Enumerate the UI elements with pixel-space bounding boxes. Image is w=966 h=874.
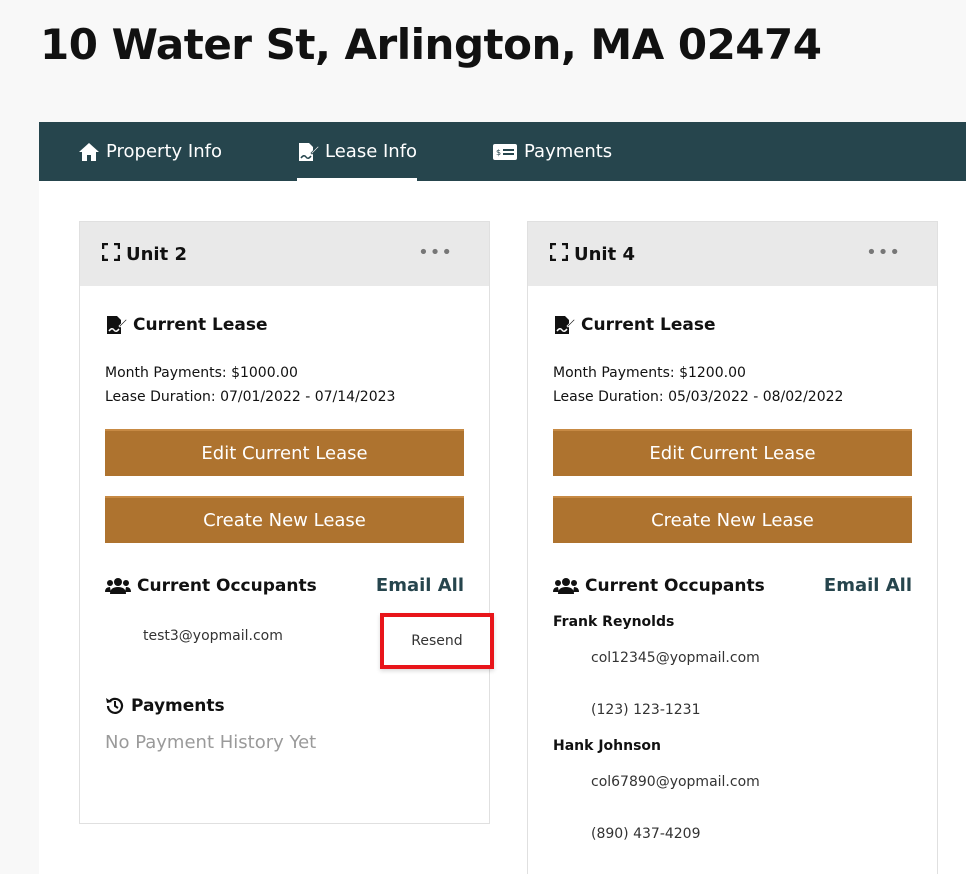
payment-card-icon: $ bbox=[492, 143, 518, 161]
current-occupants-heading: Current Occupants bbox=[105, 576, 317, 596]
occupants-header: Current Occupants Email All bbox=[553, 575, 912, 596]
current-lease-heading: Current Lease bbox=[553, 314, 912, 336]
tab-payments[interactable]: $ Payments bbox=[492, 122, 612, 181]
unit-title: Unit 2 bbox=[126, 243, 187, 265]
tab-label: Property Info bbox=[106, 141, 222, 162]
card-header: Unit 4 ••• bbox=[528, 222, 937, 286]
card-header: Unit 2 ••• bbox=[80, 222, 489, 286]
occupant-email: col67890@yopmail.com bbox=[591, 774, 760, 790]
payments-heading: Payments bbox=[105, 696, 464, 716]
unit-card: Unit 4 ••• Current Lease Month Payments:… bbox=[527, 221, 938, 874]
occupant-phone: (123) 123-1231 bbox=[591, 702, 701, 718]
lease-icon bbox=[553, 314, 575, 336]
email-all-link[interactable]: Email All bbox=[824, 575, 912, 596]
page-title: 10 Water St, Arlington, MA 02474 bbox=[40, 20, 822, 69]
lease-icon bbox=[105, 314, 127, 336]
more-options-icon[interactable]: ••• bbox=[866, 242, 901, 263]
users-icon bbox=[553, 577, 579, 595]
payments-empty-text: No Payment History Yet bbox=[105, 732, 317, 753]
section-label: Current Lease bbox=[581, 315, 716, 335]
svg-text:$: $ bbox=[496, 148, 501, 157]
tab-bar: Property Info Lease Info $ Payments bbox=[39, 122, 966, 181]
lease-duration: Lease Duration: 07/01/2022 - 07/14/2023 bbox=[105, 389, 396, 405]
monthly-payment: Month Payments: $1200.00 bbox=[553, 365, 746, 381]
lease-duration: Lease Duration: 05/03/2022 - 08/02/2022 bbox=[553, 389, 844, 405]
section-label: Current Lease bbox=[133, 315, 268, 335]
resend-button[interactable]: Resend bbox=[411, 633, 462, 649]
occupant-name: Hank Johnson bbox=[553, 738, 661, 754]
edit-current-lease-button[interactable]: Edit Current Lease bbox=[105, 429, 464, 476]
home-icon bbox=[78, 142, 100, 162]
section-label: Current Occupants bbox=[585, 575, 765, 596]
monthly-payment: Month Payments: $1000.00 bbox=[105, 365, 298, 381]
unit-title: Unit 4 bbox=[574, 243, 635, 265]
resend-highlight: Resend bbox=[380, 613, 494, 669]
create-new-lease-button[interactable]: Create New Lease bbox=[553, 496, 912, 543]
unit-card: Unit 2 ••• Current Lease Month Payments:… bbox=[79, 221, 490, 824]
occupant-phone: (890) 437-4209 bbox=[591, 826, 701, 842]
tab-property-info[interactable]: Property Info bbox=[78, 122, 222, 181]
occupant-email: col12345@yopmail.com bbox=[591, 650, 760, 666]
current-occupants-heading: Current Occupants bbox=[553, 576, 765, 596]
edit-current-lease-button[interactable]: Edit Current Lease bbox=[553, 429, 912, 476]
occupants-header: Current Occupants Email All bbox=[105, 575, 464, 596]
tab-label: Lease Info bbox=[325, 141, 418, 162]
expand-icon bbox=[549, 242, 569, 265]
tab-label: Payments bbox=[524, 141, 613, 162]
occupant-name: Frank Reynolds bbox=[553, 614, 675, 630]
tab-lease-info[interactable]: Lease Info bbox=[297, 122, 418, 181]
history-icon bbox=[105, 696, 125, 716]
current-lease-heading: Current Lease bbox=[105, 314, 464, 336]
users-icon bbox=[105, 577, 131, 595]
section-label: Current Occupants bbox=[137, 575, 317, 596]
section-label: Payments bbox=[131, 696, 225, 716]
expand-icon bbox=[101, 242, 121, 265]
email-all-link[interactable]: Email All bbox=[376, 575, 464, 596]
lease-icon bbox=[297, 141, 319, 163]
more-options-icon[interactable]: ••• bbox=[418, 242, 453, 263]
create-new-lease-button[interactable]: Create New Lease bbox=[105, 496, 464, 543]
